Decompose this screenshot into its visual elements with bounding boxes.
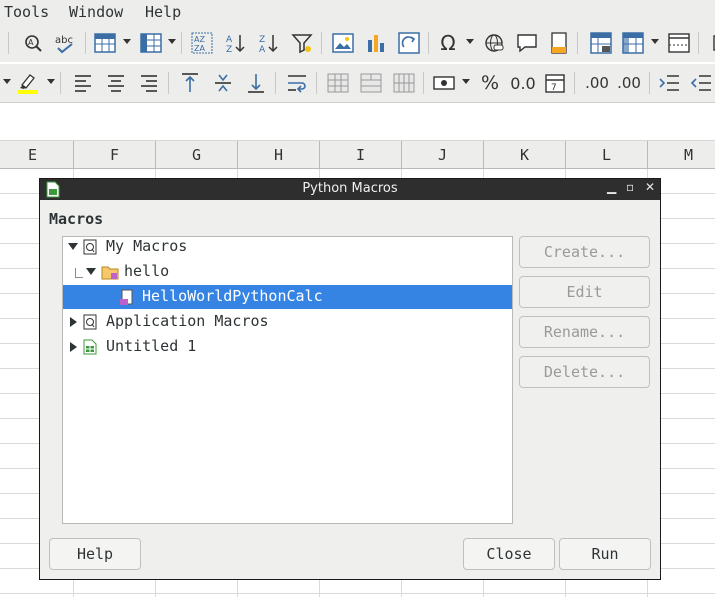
highlight-color-icon[interactable] xyxy=(15,70,41,96)
svg-text:A: A xyxy=(259,45,266,54)
add-decimal-label: .00 xyxy=(585,74,609,92)
svg-text:Z: Z xyxy=(226,45,232,54)
expander-open-icon[interactable] xyxy=(68,243,78,250)
tree-item-label: My Macros xyxy=(106,237,188,255)
tree-item-my-macros[interactable]: My Macros xyxy=(63,235,512,259)
tree-item-hello[interactable]: hello xyxy=(63,260,512,284)
column-headers: E F G H I J K L M xyxy=(0,141,715,169)
sort-icon[interactable]: AZ ZA xyxy=(189,30,215,56)
comment-icon[interactable] xyxy=(514,30,540,56)
tree-item-helloworldpythoncalc[interactable]: HelloWorldPythonCalc xyxy=(63,285,512,309)
formula-area[interactable] xyxy=(0,103,715,141)
minimize-button[interactable]: ▁ xyxy=(607,180,616,194)
special-character-icon[interactable]: Ω xyxy=(435,30,461,56)
svg-text:7: 7 xyxy=(551,83,557,93)
tree-item-label: Untitled 1 xyxy=(106,337,197,355)
svg-text:AZ: AZ xyxy=(194,35,205,44)
column-header[interactable]: J xyxy=(402,141,484,168)
define-print-area-icon[interactable] xyxy=(588,30,614,56)
close-button[interactable]: Close xyxy=(463,538,555,570)
python-script-icon xyxy=(120,289,134,309)
menu-help[interactable]: Help xyxy=(145,3,181,21)
spellcheck-icon[interactable]: A xyxy=(20,30,46,56)
macros-label: Macros xyxy=(49,210,104,228)
percent-icon[interactable]: % xyxy=(477,70,503,96)
delete-button[interactable]: Delete... xyxy=(519,356,650,388)
delete-decimal-icon[interactable]: .00 xyxy=(614,70,644,96)
svg-text:ZA: ZA xyxy=(194,44,205,53)
close-window-button[interactable]: ✕ xyxy=(645,180,655,194)
create-button[interactable]: Create... xyxy=(519,236,650,268)
svg-text:A: A xyxy=(226,35,233,45)
column-header[interactable]: K xyxy=(484,141,566,168)
sort-ascending-icon[interactable]: AZ xyxy=(223,30,249,56)
pivot-table-icon[interactable] xyxy=(396,30,422,56)
align-right-icon[interactable] xyxy=(136,70,162,96)
toolbar-overflow-icon[interactable] xyxy=(705,30,715,56)
autospell-icon[interactable]: abc xyxy=(53,30,79,56)
column-header[interactable]: E xyxy=(0,141,74,168)
align-left-icon[interactable] xyxy=(70,70,96,96)
hyperlink-icon[interactable] xyxy=(481,30,507,56)
macro-tree[interactable]: My Macros hello HelloWorldPythonCalc App… xyxy=(62,236,513,524)
align-center-icon[interactable] xyxy=(103,70,129,96)
decrease-indent-icon[interactable] xyxy=(688,70,714,96)
expander-closed-icon[interactable] xyxy=(70,342,77,352)
tree-item-untitled-1[interactable]: Untitled 1 xyxy=(63,335,512,359)
align-middle-icon[interactable] xyxy=(210,70,236,96)
align-top-icon[interactable] xyxy=(177,70,203,96)
sort-descending-icon[interactable]: ZA xyxy=(256,30,282,56)
delete-decimal-label: .00 xyxy=(617,74,641,92)
date-icon[interactable]: 7 xyxy=(542,70,568,96)
column-header[interactable]: F xyxy=(74,141,156,168)
menu-tools[interactable]: Tools xyxy=(4,3,49,21)
menu-bar: Tools Window Help xyxy=(0,0,715,24)
run-button[interactable]: Run xyxy=(559,538,651,570)
chart-icon[interactable] xyxy=(363,30,389,56)
spreadsheet-doc-icon xyxy=(83,339,97,359)
tree-item-application-macros[interactable]: Application Macros xyxy=(63,310,512,334)
maximize-button[interactable]: ▫ xyxy=(626,180,634,194)
python-macros-dialog: Python Macros ▁ ▫ ✕ Macros My Macros hel… xyxy=(39,178,661,580)
align-bottom-icon[interactable] xyxy=(243,70,269,96)
freeze-rows-icon[interactable] xyxy=(620,30,646,56)
merge-center-icon[interactable] xyxy=(358,70,384,96)
svg-text:A: A xyxy=(28,38,34,47)
column-header[interactable]: L xyxy=(566,141,648,168)
split-window-icon[interactable] xyxy=(666,30,692,56)
dialog-titlebar[interactable]: Python Macros ▁ ▫ ✕ xyxy=(40,179,660,200)
macro-library-icon xyxy=(83,239,97,259)
add-decimal-icon[interactable]: .00 xyxy=(582,70,612,96)
expander-open-icon[interactable] xyxy=(86,268,96,275)
unmerge-cells-icon[interactable] xyxy=(391,70,417,96)
number-format-icon[interactable]: 0.0 xyxy=(509,70,537,96)
wrap-text-icon[interactable] xyxy=(284,70,310,96)
formatting-toolbar: % 0.0 7 .00 .00 xyxy=(0,64,715,103)
row-icon[interactable] xyxy=(92,30,118,56)
image-icon[interactable] xyxy=(330,30,356,56)
column-header[interactable]: G xyxy=(156,141,238,168)
header-footer-icon[interactable] xyxy=(546,30,572,56)
standard-toolbar: A abc AZ ZA AZ ZA Ω xyxy=(0,24,715,62)
column-header[interactable]: M xyxy=(648,141,715,168)
macro-library-icon xyxy=(83,314,97,334)
column-header[interactable]: I xyxy=(320,141,402,168)
svg-text:Z: Z xyxy=(259,35,265,45)
tree-item-label: hello xyxy=(124,262,170,280)
currency-icon[interactable] xyxy=(431,70,457,96)
dialog-title: Python Macros xyxy=(302,181,398,196)
tree-item-label: HelloWorldPythonCalc xyxy=(142,287,323,305)
menu-window[interactable]: Window xyxy=(69,3,123,21)
expander-closed-icon[interactable] xyxy=(70,317,77,327)
column-icon[interactable] xyxy=(138,30,164,56)
help-button[interactable]: Help xyxy=(49,538,141,570)
merge-cells-icon[interactable] xyxy=(325,70,351,96)
folder-open-icon xyxy=(101,264,119,284)
tree-item-label: Application Macros xyxy=(106,312,269,330)
edit-button[interactable]: Edit xyxy=(519,276,650,308)
column-header[interactable]: H xyxy=(238,141,320,168)
rename-button[interactable]: Rename... xyxy=(519,316,650,348)
increase-indent-icon[interactable] xyxy=(656,70,682,96)
autofilter-icon[interactable] xyxy=(289,30,315,56)
